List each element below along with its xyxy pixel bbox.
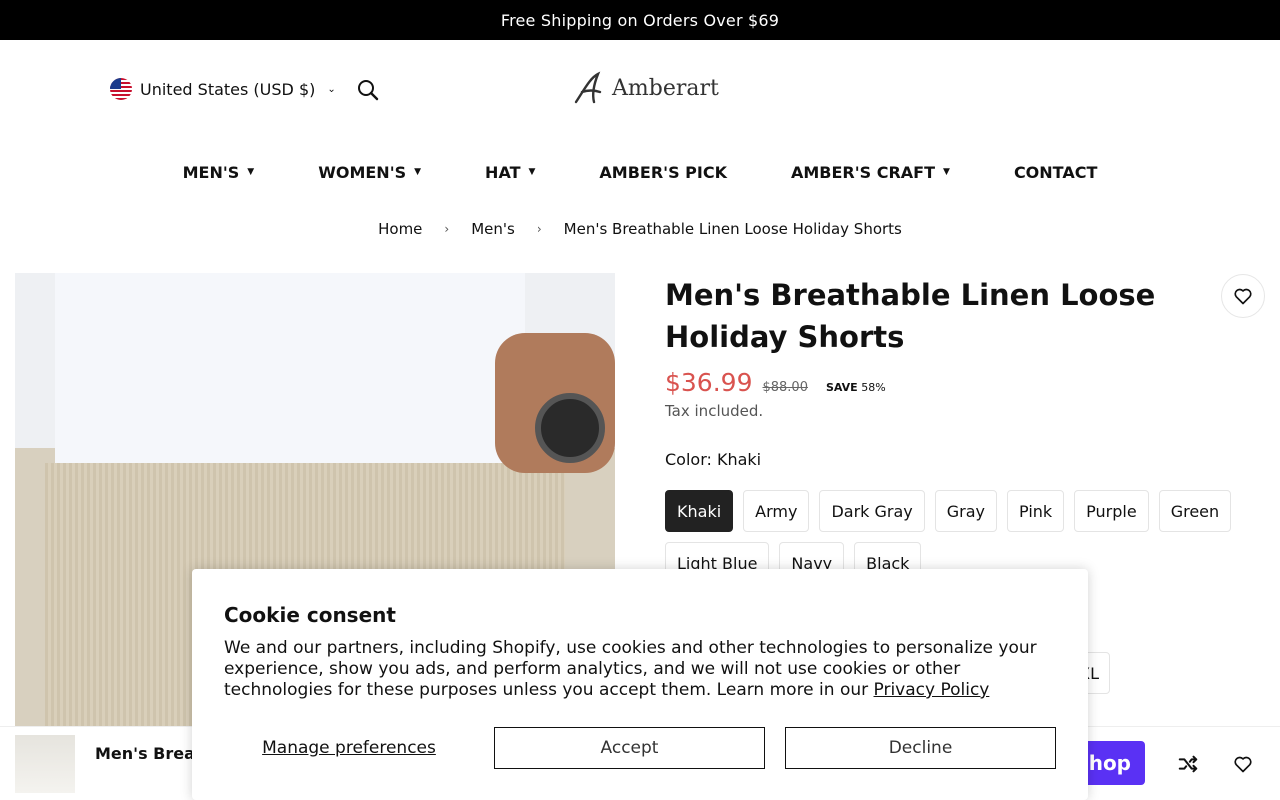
save-badge: SAVE 58%	[826, 381, 886, 394]
shuffle-icon[interactable]	[1175, 751, 1201, 777]
chevron-down-icon: ▼	[528, 167, 536, 177]
nav-label: AMBER'S PICK	[599, 162, 727, 182]
sale-price: $36.99	[665, 368, 753, 397]
nav-label: MEN'S	[182, 162, 240, 182]
announcement-text: Free Shipping on Orders Over $69	[500, 10, 780, 30]
site-header: United States (USD $) ⌄ Amberart	[0, 40, 1280, 140]
search-icon[interactable]	[356, 78, 380, 102]
wishlist-button[interactable]	[1221, 274, 1265, 318]
chevron-down-icon: ▼	[943, 167, 950, 177]
color-option[interactable]: Dark Gray	[819, 490, 925, 532]
color-option[interactable]: Khaki	[665, 490, 734, 532]
chevron-down-icon: ▼	[247, 167, 255, 177]
logo-mark-icon	[574, 71, 602, 104]
save-value: 58%	[861, 381, 886, 394]
sticky-product-title: Men's Breat	[95, 744, 203, 763]
price-row: $36.99 $88.00 SAVE 58%	[665, 368, 886, 397]
decline-button[interactable]: Decline	[785, 727, 1056, 769]
color-option[interactable]: Pink	[1007, 490, 1065, 532]
tax-note: Tax included.	[665, 402, 764, 420]
nav-label: CONTACT	[1013, 162, 1098, 182]
cookie-body: We and our partners, including Shopify, …	[224, 638, 1054, 701]
product-photo-watch	[535, 393, 605, 463]
cookie-heading: Cookie consent	[224, 603, 396, 627]
breadcrumb: Home › Men's › Men's Breathable Linen Lo…	[0, 220, 1280, 238]
us-flag-icon	[110, 78, 132, 100]
country-label: United States (USD $)	[140, 79, 316, 99]
sticky-product-thumbnail	[15, 735, 75, 793]
color-label: Color: Khaki	[665, 450, 762, 469]
chevron-down-icon: ▼	[414, 167, 422, 177]
main-nav: MEN'S ▼ WOMEN'S ▼ HAT ▼ AMBER'S PICK AMBER'…	[0, 160, 1280, 184]
nav-item-ambers-pick[interactable]: AMBER'S PICK	[599, 160, 727, 184]
heart-icon[interactable]	[1230, 751, 1256, 777]
privacy-policy-link[interactable]: Privacy Policy	[874, 680, 990, 700]
breadcrumb-current: Men's Breathable Linen Loose Holiday Sho…	[563, 220, 902, 238]
heart-icon	[1234, 288, 1252, 305]
color-option[interactable]: Green	[1158, 490, 1232, 532]
logo-text: Amberart	[612, 75, 719, 101]
chevron-down-icon: ⌄	[327, 83, 336, 95]
breadcrumb-category[interactable]: Men's	[471, 220, 515, 238]
save-label: SAVE	[825, 381, 858, 394]
nav-item-hat[interactable]: HAT ▼	[485, 160, 535, 184]
color-option[interactable]: Purple	[1074, 490, 1149, 532]
cookie-consent-dialog: Cookie consent We and our partners, incl…	[192, 569, 1088, 800]
chevron-right-icon: ›	[444, 222, 450, 236]
color-option[interactable]: Army	[743, 490, 810, 532]
chevron-right-icon: ›	[536, 222, 542, 236]
announcement-bar: Free Shipping on Orders Over $69	[0, 0, 1280, 40]
nav-item-contact[interactable]: CONTACT	[1014, 160, 1097, 184]
color-option[interactable]: Gray	[934, 490, 998, 532]
accept-button[interactable]: Accept	[494, 727, 765, 769]
manage-preferences-link[interactable]: Manage preferences	[224, 727, 474, 769]
breadcrumb-home[interactable]: Home	[378, 220, 422, 238]
product-photo-shirt	[55, 273, 525, 493]
country-selector[interactable]: United States (USD $) ⌄	[110, 78, 336, 100]
compare-price: $88.00	[762, 380, 808, 395]
site-logo[interactable]: Amberart	[572, 70, 719, 106]
nav-label: HAT	[485, 162, 521, 182]
nav-item-ambers-craft[interactable]: AMBER'S CRAFT ▼	[791, 160, 950, 184]
nav-item-mens[interactable]: MEN'S ▼	[183, 160, 255, 184]
nav-label: WOMEN'S	[318, 162, 407, 182]
product-title: Men's Breathable Linen Loose Holiday Sho…	[665, 278, 1156, 354]
nav-label: AMBER'S CRAFT	[790, 162, 936, 182]
nav-item-womens[interactable]: WOMEN'S ▼	[318, 160, 421, 184]
